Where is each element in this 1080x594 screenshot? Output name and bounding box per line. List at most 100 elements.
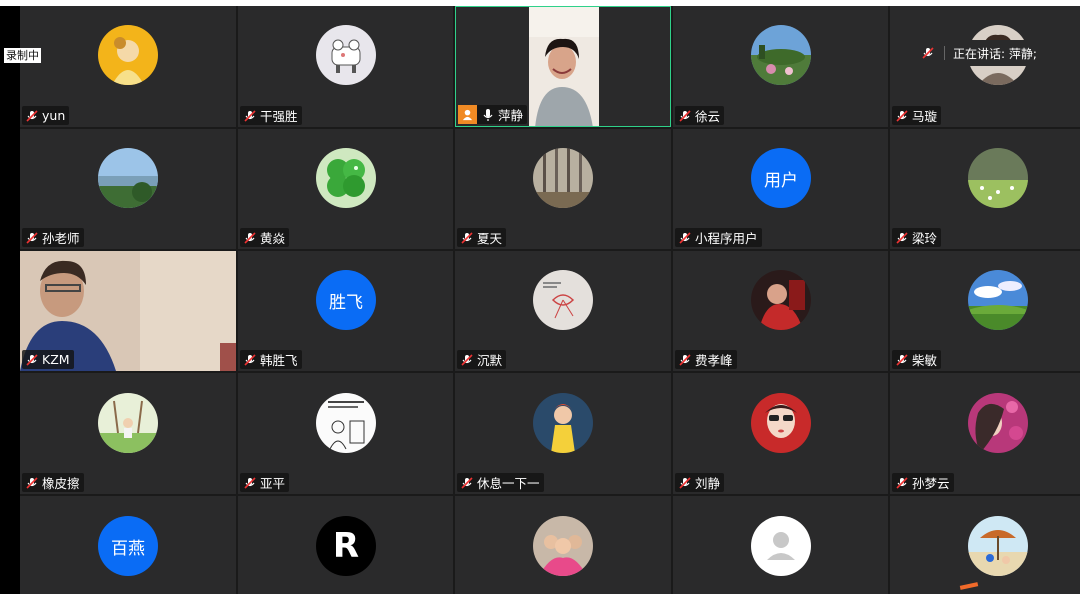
mic-muted-icon — [678, 353, 692, 367]
participant-name: 黄焱 — [260, 231, 286, 246]
participant-name: 亚平 — [260, 476, 286, 491]
participant-name: 夏天 — [477, 231, 503, 246]
participant-tile[interactable]: 费孝峰 — [673, 251, 888, 371]
mic-muted-icon — [25, 353, 39, 367]
mic-muted-icon — [243, 476, 257, 490]
participant-tile[interactable]: 百燕 — [20, 496, 236, 594]
participant-tile[interactable]: 刘静 — [673, 373, 888, 494]
participant-name: 马璇 — [912, 109, 938, 124]
name-tag: 孙梦云 — [892, 473, 954, 492]
avatar — [316, 148, 376, 208]
name-tag: 沉默 — [457, 350, 507, 369]
participant-name: 梁玲 — [912, 231, 938, 246]
participant-tile[interactable] — [890, 496, 1080, 594]
participant-name: 孙老师 — [42, 231, 80, 246]
name-tag: 亚平 — [240, 473, 290, 492]
avatar — [751, 393, 811, 453]
mic-muted-icon — [678, 109, 692, 123]
mic-muted-icon — [243, 353, 257, 367]
participant-tile[interactable]: 胜飞 韩胜飞 — [238, 251, 453, 371]
avatar — [316, 393, 376, 453]
avatar — [751, 270, 811, 330]
participant-name: 徐云 — [695, 109, 721, 124]
name-tag: 马璇 — [892, 106, 942, 125]
host-icon — [458, 105, 477, 124]
participant-tile[interactable]: 孙梦云 — [890, 373, 1080, 494]
participant-tile[interactable]: 亚平 — [238, 373, 453, 494]
participant-tile[interactable]: 休息一下一 — [455, 373, 671, 494]
avatar — [533, 148, 593, 208]
participant-tile[interactable]: 橡皮擦 — [20, 373, 236, 494]
mic-muted-icon — [921, 46, 935, 60]
speaking-label: 正在讲话: 萍静; — [953, 46, 1037, 61]
left-black-bar — [0, 0, 20, 594]
avatar — [968, 393, 1028, 453]
participant-name: yun — [42, 108, 66, 123]
divider — [944, 46, 945, 60]
active-speaker-banner: 正在讲话: 萍静; — [915, 40, 1045, 66]
participant-name: 柴敏 — [912, 353, 938, 368]
avatar — [968, 516, 1028, 576]
name-tag: 梁玲 — [892, 228, 942, 247]
participant-name: 韩胜飞 — [260, 353, 298, 368]
mic-muted-icon — [895, 353, 909, 367]
name-tag: 萍静 — [458, 105, 528, 124]
participant-name: 休息一下一 — [477, 476, 540, 491]
avatar — [968, 148, 1028, 208]
avatar — [533, 393, 593, 453]
name-tag: 夏天 — [457, 228, 507, 247]
name-tag: 橡皮擦 — [22, 473, 84, 492]
name-tag: 徐云 — [675, 106, 725, 125]
avatar-initials: 胜飞 — [316, 270, 376, 330]
participant-tile[interactable]: 马璇 — [890, 6, 1080, 127]
participant-tile[interactable]: 沉默 — [455, 251, 671, 371]
participant-name: KZM — [42, 352, 70, 367]
avatar — [968, 270, 1028, 330]
name-tag: KZM — [22, 350, 74, 369]
participant-tile[interactable]: R — [238, 496, 453, 594]
avatar — [533, 270, 593, 330]
avatar — [316, 25, 376, 85]
mic-muted-icon — [895, 109, 909, 123]
participant-tile[interactable]: 梁玲 — [890, 129, 1080, 249]
participant-tile[interactable]: 黄焱 — [238, 129, 453, 249]
participant-name: 小程序用户 — [695, 231, 758, 246]
mic-muted-icon — [895, 476, 909, 490]
mic-muted-icon — [460, 231, 474, 245]
mic-muted-icon — [678, 476, 692, 490]
participant-name: 橡皮擦 — [42, 476, 80, 491]
participant-tile[interactable]: 孙老师 — [20, 129, 236, 249]
participant-tile[interactable]: 用户 小程序用户 — [673, 129, 888, 249]
video-grid: yun 干强胜 萍静 徐云 马璇 孙老师 黄焱 夏天 用户 小程序用户 梁玲 K… — [20, 6, 1080, 594]
avatar-initials: 用户 — [751, 148, 811, 208]
name-tag: 小程序用户 — [675, 228, 762, 247]
participant-tile[interactable] — [673, 496, 888, 594]
participant-tile[interactable]: 徐云 — [673, 6, 888, 127]
name-tag: 休息一下一 — [457, 473, 544, 492]
participant-tile[interactable]: KZM — [20, 251, 236, 371]
name-tag: 黄焱 — [240, 228, 290, 247]
avatar-initials: 百燕 — [98, 516, 158, 576]
name-tag: 刘静 — [675, 473, 725, 492]
default-user-icon — [751, 516, 811, 576]
participant-tile[interactable]: 干强胜 — [238, 6, 453, 127]
orange-accent — [959, 582, 979, 590]
mic-muted-icon — [678, 231, 692, 245]
mic-muted-icon — [25, 476, 39, 490]
mic-muted-icon — [25, 109, 39, 123]
name-tag: 干强胜 — [240, 106, 302, 125]
avatar — [98, 148, 158, 208]
participant-name: 萍静 — [498, 108, 524, 123]
video-feed — [529, 7, 599, 126]
participant-tile[interactable]: yun — [20, 6, 236, 127]
name-tag: 孙老师 — [22, 228, 84, 247]
participant-tile[interactable]: 夏天 — [455, 129, 671, 249]
name-tag: 费孝峰 — [675, 350, 737, 369]
participant-tile-active-speaker[interactable]: 萍静 — [455, 6, 671, 127]
avatar — [98, 25, 158, 85]
avatar — [751, 25, 811, 85]
participant-tile[interactable] — [455, 496, 671, 594]
name-tag: yun — [22, 106, 70, 125]
participant-tile[interactable]: 柴敏 — [890, 251, 1080, 371]
mic-muted-icon — [243, 231, 257, 245]
